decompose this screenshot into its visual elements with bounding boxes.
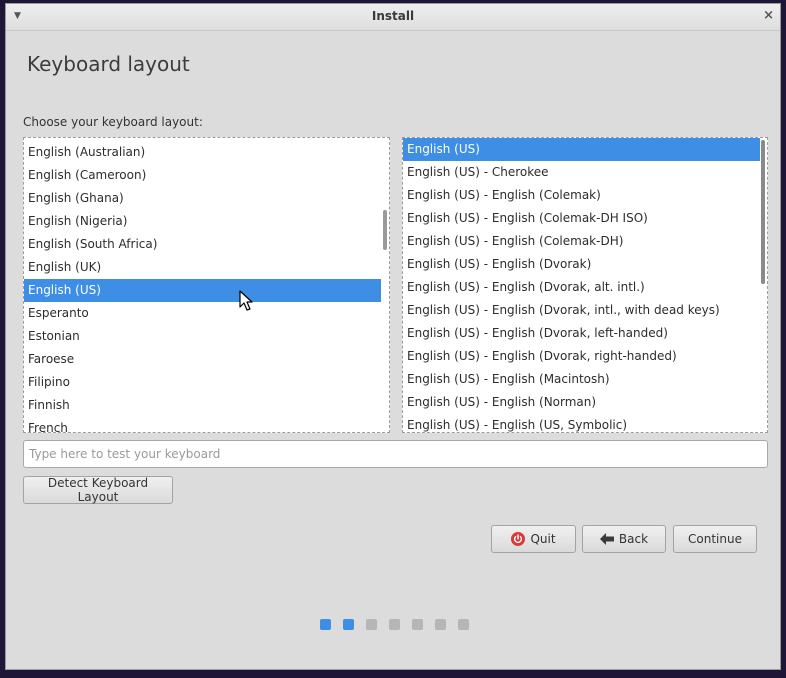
window-title: Install	[371, 9, 415, 23]
quit-button[interactable]: Quit	[491, 525, 576, 553]
variant-list-scrollbar[interactable]	[761, 140, 765, 284]
variant-list-item[interactable]: English (US) - English (Colemak)	[403, 184, 760, 207]
layout-list-scrollbar[interactable]	[383, 210, 387, 250]
variant-list-item[interactable]: English (US) - English (Dvorak)	[403, 253, 760, 276]
keyboard-test-input[interactable]	[23, 440, 768, 468]
layout-list[interactable]: English (Australian) English (Cameroon) En…	[23, 137, 390, 433]
back-button[interactable]: Back	[582, 525, 666, 553]
progress-step-dot	[435, 619, 446, 630]
progress-step-dot	[343, 619, 354, 630]
installer-window: ▼ Install × Keyboard layout Choose your …	[5, 3, 781, 670]
page-title: Keyboard layout	[27, 52, 190, 76]
layout-list-item[interactable]: English (Ghana)	[24, 187, 381, 210]
layout-list-item[interactable]: Filipino	[24, 371, 381, 394]
power-icon	[511, 532, 526, 546]
progress-step-dot	[458, 619, 469, 630]
continue-button[interactable]: Continue	[673, 525, 757, 553]
layout-list-item[interactable]: English (Australian)	[24, 141, 381, 164]
layout-list-item[interactable]: Esperanto	[24, 302, 381, 325]
layout-list-item[interactable]: Faroese	[24, 348, 381, 371]
variant-list[interactable]: English (US) English (US) - Cherokee Engli…	[402, 137, 768, 433]
layout-list-item[interactable]: English (UK)	[24, 256, 381, 279]
close-button[interactable]: ×	[763, 8, 774, 23]
variant-list-item[interactable]: English (US)	[403, 138, 760, 161]
layout-list-item[interactable]: English (Nigeria)	[24, 210, 381, 233]
variant-list-item[interactable]: English (US) - English (Dvorak, right-ha…	[403, 345, 760, 368]
layout-list-items: English (Australian) English (Cameroon) En…	[24, 141, 381, 432]
mouse-pointer-icon	[239, 290, 253, 316]
progress-step-dot	[320, 619, 331, 630]
progress-step-dot	[366, 619, 377, 630]
variant-list-item[interactable]: English (US) - English (US, Symbolic)	[403, 414, 760, 432]
variant-list-item[interactable]: English (US) - English (Colemak-DH ISO)	[403, 207, 760, 230]
variant-list-item[interactable]: English (US) - English (Colemak-DH)	[403, 230, 760, 253]
layout-prompt: Choose your keyboard layout:	[23, 115, 203, 129]
detect-keyboard-layout-button[interactable]: Detect Keyboard Layout	[23, 476, 173, 504]
quit-button-label: Quit	[530, 532, 556, 546]
continue-button-label: Continue	[688, 532, 742, 546]
layout-list-item[interactable]: English (US)	[24, 279, 381, 302]
arrow-left-icon	[599, 533, 614, 545]
title-bar: ▼ Install ×	[6, 4, 780, 31]
progress-step-dot	[412, 619, 423, 630]
variant-list-item[interactable]: English (US) - English (Dvorak, alt. int…	[403, 276, 760, 299]
variant-list-item[interactable]: English (US) - Cherokee	[403, 161, 760, 184]
variant-list-item[interactable]: English (US) - English (Dvorak, intl., w…	[403, 299, 760, 322]
variant-list-item[interactable]: English (US) - English (Macintosh)	[403, 368, 760, 391]
back-button-label: Back	[618, 532, 649, 546]
layout-list-item[interactable]: English (South Africa)	[24, 233, 381, 256]
layout-list-item[interactable]: Finnish	[24, 394, 381, 417]
layout-list-item[interactable]: English (Cameroon)	[24, 164, 381, 187]
progress-step-dot	[389, 619, 400, 630]
variant-list-items: English (US) English (US) - Cherokee Engli…	[403, 138, 760, 432]
variant-list-item[interactable]: English (US) - English (Dvorak, left-han…	[403, 322, 760, 345]
detect-button-label: Detect Keyboard Layout	[47, 476, 149, 504]
layout-list-item[interactable]: Estonian	[24, 325, 381, 348]
variant-list-item[interactable]: English (US) - English (Norman)	[403, 391, 760, 414]
progress-indicator	[320, 619, 481, 630]
layout-list-item[interactable]: French	[24, 417, 381, 432]
